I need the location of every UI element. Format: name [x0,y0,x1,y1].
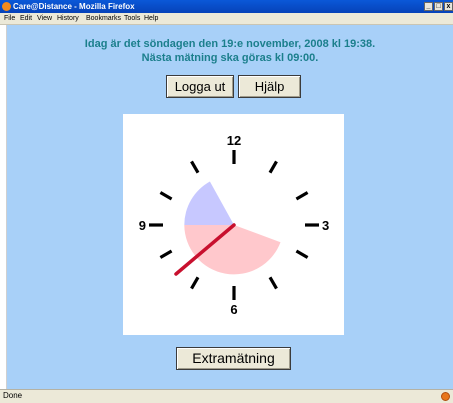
clock-panel: 12 3 6 9 [123,114,344,335]
numeral-9: 9 [139,218,146,233]
lower-time-sector [184,225,281,275]
hour-mark-11 [190,160,200,174]
extra-measurement-button[interactable]: Extramätning [176,347,291,370]
firefox-icon [2,2,11,11]
menu-history[interactable]: History [57,13,79,24]
maximize-button[interactable]: □ [434,2,443,11]
hour-mark-4 [295,249,309,259]
hour-mark-7 [190,276,200,290]
status-bar: Done [0,389,453,403]
window-title: Care@Distance - Mozilla Firefox [13,2,135,11]
firefox-status-icon [441,392,450,401]
date-line: Idag är det söndagen den 19:e november, … [84,38,376,50]
menu-tools[interactable]: Tools [124,13,140,24]
numeral-12: 12 [227,133,241,148]
hour-mark-1 [268,160,278,174]
clock-face: 12 3 6 9 [139,133,329,317]
menu-edit[interactable]: Edit [20,13,32,24]
menu-help[interactable]: Help [144,13,158,24]
menu-file[interactable]: File [4,13,15,24]
status-text: Done [3,391,23,400]
hour-mark-8 [159,249,173,259]
numeral-3: 3 [322,218,329,233]
minimize-button[interactable]: _ [424,2,433,11]
upper-time-sector [184,181,234,225]
menu-bookmarks[interactable]: Bookmarks [86,13,121,24]
hour-mark-5 [268,276,278,290]
menu-bar: File Edit View History Bookmarks Tools H… [0,13,453,25]
help-button[interactable]: Hjälp [238,75,301,98]
page-left-strip [0,25,7,389]
logout-button[interactable]: Logga ut [166,75,234,98]
close-button[interactable]: x [444,2,453,11]
hour-mark-2 [295,191,309,201]
menu-view[interactable]: View [37,13,52,24]
next-measurement-line: Nästa mätning ska göras kl 09:00. [141,52,319,64]
numeral-6: 6 [230,302,237,317]
page-content: Idag är det söndagen den 19:e november, … [7,25,453,389]
window-titlebar: Care@Distance - Mozilla Firefox _ □ x [0,0,453,13]
hour-mark-10 [159,191,173,201]
